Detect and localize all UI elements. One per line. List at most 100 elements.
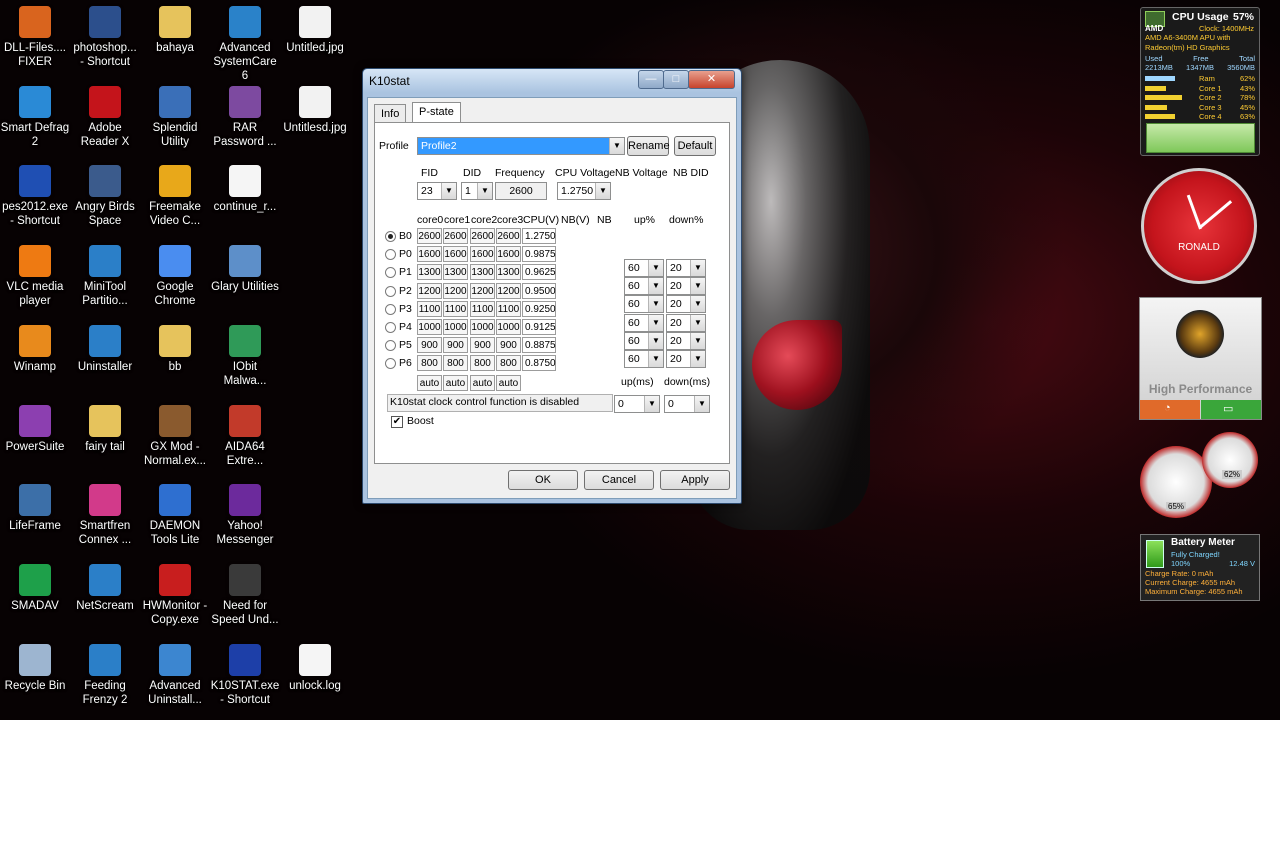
pstate-core-cell[interactable]: 900 (496, 337, 521, 354)
minimize-button[interactable]: — (638, 70, 664, 89)
desktop-icon-aida64[interactable]: AIDA64 Extre... (210, 404, 280, 468)
did-select[interactable]: 1 ▼ (461, 182, 493, 200)
pstate-cpu-voltage-cell[interactable]: 0.9500 (522, 282, 556, 299)
pstate-core-cell[interactable]: 1000 (470, 319, 495, 335)
auto-cell[interactable]: auto (417, 375, 442, 391)
apply-button[interactable]: Apply (660, 470, 730, 490)
power-plan-gadget[interactable]: High Performance ◔ ▭ (1139, 297, 1262, 420)
pstate-core-cell[interactable]: 1000 (443, 319, 468, 335)
up-ms-select[interactable]: 0 ▼ (614, 395, 660, 413)
auto-cell[interactable]: auto (496, 375, 521, 391)
desktop-icon-adv-uninstall[interactable]: Advanced Uninstall... (140, 643, 210, 707)
pstate-core-cell[interactable]: 900 (443, 337, 468, 354)
down-percent-select[interactable]: 20 ▼ (666, 295, 706, 314)
pstate-core-cell[interactable]: 1300 (417, 264, 442, 281)
pstate-core-cell[interactable]: 1000 (496, 319, 521, 335)
close-button[interactable]: ✕ (688, 70, 735, 89)
pstate-core-cell[interactable]: 1600 (496, 246, 521, 263)
battery-meter-gadget[interactable]: Battery Meter Fully Charged! 100% 12.48 … (1140, 534, 1260, 601)
desktop-icon-hwmonitor[interactable]: HWMonitor - Copy.exe (140, 563, 210, 627)
desktop-icon-smadav[interactable]: SMADAV (0, 563, 70, 613)
desktop-icon-chrome[interactable]: Google Chrome (140, 245, 210, 308)
desktop-icon-daemon-tools[interactable]: DAEMON Tools Lite (140, 484, 210, 547)
pstate-radio-p6[interactable] (385, 358, 396, 370)
pstate-core-cell[interactable]: 1300 (470, 264, 495, 281)
default-button[interactable]: Default (674, 136, 716, 156)
tab-p-state[interactable]: P-state (412, 102, 461, 123)
desktop-icon-folder[interactable]: fairy tail (70, 404, 140, 454)
desktop-icon-nfs[interactable]: Need for Speed Und... (210, 563, 280, 627)
desktop-icon-image-file[interactable]: Untitled.jpg (280, 6, 350, 55)
pstate-core-cell[interactable]: 2600 (417, 228, 442, 244)
power-saver-button[interactable]: ◔ (1140, 400, 1200, 419)
desktop-icon-document[interactable]: unlock.log (280, 643, 350, 693)
pstate-radio-p2[interactable] (385, 285, 396, 297)
auto-cell[interactable]: auto (443, 375, 468, 391)
pstate-core-cell[interactable]: 1200 (496, 282, 521, 299)
pstate-core-cell[interactable]: 800 (443, 355, 468, 372)
desktop-icon-folder[interactable]: bahaya (140, 6, 210, 55)
desktop-icon-pes[interactable]: pes2012.exe - Shortcut (0, 165, 70, 228)
desktop-icon-rar-password[interactable]: RAR Password ... (210, 85, 280, 149)
fid-select[interactable]: 23 ▼ (417, 182, 457, 200)
desktop-icon-adobe-reader[interactable]: Adobe Reader X (70, 85, 140, 149)
up-percent-select[interactable]: 60 ▼ (624, 350, 664, 368)
up-percent-select[interactable]: 60 ▼ (624, 313, 664, 332)
desktop-icon-dll-fixer[interactable]: DLL-Files.... FIXER (0, 6, 70, 69)
pstate-radio-p5[interactable] (385, 340, 396, 352)
desktop-icon-folder[interactable]: bb (140, 324, 210, 374)
pstate-core-cell[interactable]: 1300 (496, 264, 521, 281)
cancel-button[interactable]: Cancel (584, 470, 654, 490)
pstate-core-cell[interactable]: 1100 (417, 300, 442, 317)
desktop-icon-smart-defrag[interactable]: Smart Defrag 2 (0, 85, 70, 149)
down-percent-select[interactable]: 20 ▼ (666, 259, 706, 277)
desktop-icon-image-file[interactable]: Untitlesd.jpg (280, 85, 350, 135)
desktop-icon-feeding-frenzy[interactable]: Feeding Frenzy 2 (70, 643, 140, 707)
desktop-icon-k10stat[interactable]: K10STAT.exe - Shortcut (210, 643, 280, 707)
pstate-radio-b0[interactable] (385, 231, 396, 242)
down-percent-select[interactable]: 20 ▼ (666, 331, 706, 350)
maximize-button[interactable]: □ (663, 70, 689, 89)
desktop-icon-gx-mod[interactable]: GX Mod - Normal.ex... (140, 404, 210, 468)
up-percent-select[interactable]: 60 ▼ (624, 277, 664, 296)
pstate-cpu-voltage-cell[interactable]: 1.2750 (522, 228, 556, 244)
pstate-core-cell[interactable]: 1200 (443, 282, 468, 299)
desktop-icon-minitool[interactable]: MiniTool Partitio... (70, 245, 140, 308)
desktop-icon-lifeframe[interactable]: LifeFrame (0, 484, 70, 533)
pstate-core-cell[interactable]: 800 (496, 355, 521, 372)
rename-button[interactable]: Rename (627, 136, 670, 156)
cpu-voltage-select[interactable]: 1.2750 ▼ (557, 182, 611, 200)
pstate-core-cell[interactable]: 1600 (443, 246, 468, 263)
auto-cell[interactable]: auto (470, 375, 495, 391)
pstate-core-cell[interactable]: 2600 (496, 228, 521, 244)
down-ms-select[interactable]: 0 ▼ (664, 395, 710, 413)
pstate-core-cell[interactable]: 900 (417, 337, 442, 354)
desktop-icon-yahoo[interactable]: Yahoo! Messenger (210, 484, 280, 547)
pstate-core-cell[interactable]: 1200 (417, 282, 442, 299)
pstate-core-cell[interactable]: 1200 (470, 282, 495, 299)
pstate-radio-p1[interactable] (385, 267, 396, 279)
down-percent-select[interactable]: 20 ▼ (666, 313, 706, 332)
desktop-icon-splendid[interactable]: Splendid Utility (140, 85, 210, 149)
pstate-cpu-voltage-cell[interactable]: 0.9125 (522, 319, 556, 335)
pstate-core-cell[interactable]: 1100 (496, 300, 521, 317)
pstate-cpu-voltage-cell[interactable]: 0.9875 (522, 246, 556, 263)
up-percent-select[interactable]: 60 ▼ (624, 259, 664, 277)
high-performance-button[interactable]: ▭ (1201, 400, 1261, 419)
desktop-icon-angry-birds[interactable]: Angry Birds Space (70, 165, 140, 228)
desktop-icon-uninstaller[interactable]: Uninstaller (70, 324, 140, 374)
down-percent-select[interactable]: 20 ▼ (666, 277, 706, 296)
pstate-radio-p4[interactable] (385, 322, 396, 333)
pstate-core-cell[interactable]: 1000 (417, 319, 442, 335)
meters-gadget[interactable]: 65% 62% (1140, 432, 1258, 518)
tab-info[interactable]: Info (374, 104, 407, 123)
desktop-icon-iobit[interactable]: IObit Malwa... (210, 324, 280, 388)
pstate-core-cell[interactable]: 1600 (470, 246, 495, 263)
pstate-core-cell[interactable]: 1300 (443, 264, 468, 281)
desktop-icon-document[interactable]: continue_r... (210, 165, 280, 214)
down-percent-select[interactable]: 20 ▼ (666, 350, 706, 368)
pstate-cpu-voltage-cell[interactable]: 0.8750 (522, 355, 556, 372)
desktop-icon-systemcare[interactable]: Advanced SystemCare 6 (210, 6, 280, 83)
desktop-icon-vlc[interactable]: VLC media player (0, 245, 70, 308)
desktop-icon-smartfren[interactable]: Smartfren Connex ... (70, 484, 140, 547)
